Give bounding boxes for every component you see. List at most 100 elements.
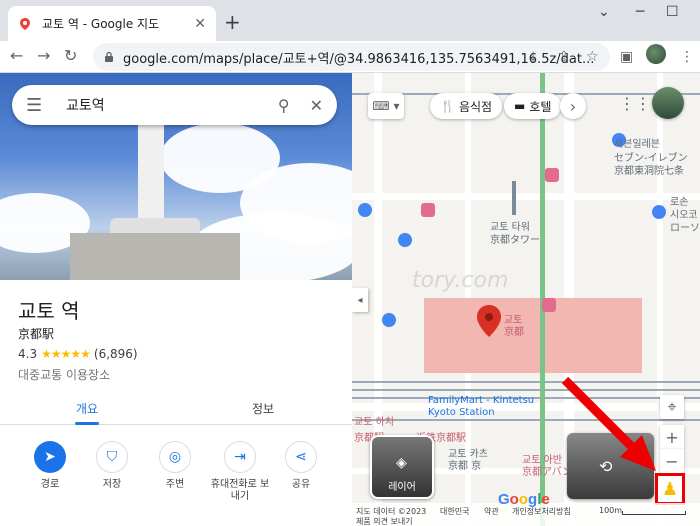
hotel-marker[interactable] (545, 168, 559, 182)
map-road (352, 193, 700, 200)
apps-grid-icon[interactable]: ⋮⋮ (619, 93, 651, 113)
profile-avatar[interactable] (646, 44, 666, 64)
share-page-icon[interactable]: ⇪ (558, 49, 570, 65)
forward-icon[interactable]: → (37, 46, 50, 65)
keyboard-icon[interactable]: ⌨ ▾ (368, 93, 404, 119)
active-tab-indicator (75, 422, 99, 425)
red-arrow-annotation (561, 376, 656, 471)
pegman-icon: ♟ (661, 478, 679, 500)
action-label: 휴대전화로 보내기 (210, 479, 270, 502)
new-tab-icon[interactable]: + (224, 10, 241, 34)
chevron-down-icon[interactable]: ⌄ (598, 4, 610, 20)
directions-icon: ➤ (34, 441, 66, 473)
layer-label: 레이어 (388, 482, 416, 493)
search-box[interactable]: ☰ 교토역 ⚲ ✕ (12, 85, 337, 125)
station-area (424, 298, 642, 373)
watermark: tory.com (412, 268, 509, 293)
pegman-button[interactable]: ♟ (655, 473, 685, 505)
more-menu-icon[interactable]: ⋮ (680, 49, 694, 65)
tab-about[interactable]: 정보 (252, 400, 274, 417)
url-text: google.com/maps/place/교토+역/@34.9863416,1… (123, 51, 595, 67)
tab-close-icon[interactable]: ✕ (194, 16, 206, 32)
terms-link[interactable]: 약관 (484, 506, 499, 517)
action-label: 공유 (291, 479, 311, 490)
search-icon[interactable]: ⚲ (278, 96, 290, 115)
tower-label-ja: 京都タワー (490, 235, 540, 246)
hotels-chip[interactable]: ▬ 호텔 (504, 93, 562, 119)
poi-marker[interactable] (382, 313, 396, 327)
rating-row: 4.3 ★★★★★ (6,896) (18, 347, 138, 361)
browser-tab-bar: 교토 역 - Google 지도 ✕ + ⌄ ─ ☐ (0, 0, 700, 41)
station-label-ja: 京都 (504, 327, 524, 338)
tab-title: 교토 역 - Google 지도 (42, 17, 160, 31)
install-icon[interactable]: ⤓ (530, 49, 536, 65)
place-tabs: 개요 정보 (0, 393, 352, 425)
country-link[interactable]: 대한민국 (440, 506, 469, 517)
tab-overview[interactable]: 개요 (76, 400, 98, 417)
place-pin-icon[interactable] (477, 305, 501, 337)
maximize-icon[interactable]: ☐ (666, 4, 679, 20)
chip-label: 음식점 (458, 99, 493, 114)
chips-next-button[interactable]: › (560, 93, 586, 119)
my-location-icon[interactable]: ⌖ (660, 395, 684, 419)
save-button[interactable]: ⛉ 저장 (82, 441, 142, 491)
minimize-icon[interactable]: ─ (636, 4, 644, 20)
scale-bar (622, 511, 686, 515)
browser-tab[interactable]: 교토 역 - Google 지도 ✕ (8, 6, 216, 41)
tower-icon (512, 181, 516, 215)
familymart-label[interactable]: FamilyMart - Kintetsu (428, 395, 534, 406)
hotel-marker[interactable] (542, 298, 556, 312)
collapse-panel-button[interactable]: ◂ (352, 288, 368, 312)
place-panel: ☰ 교토역 ⚲ ✕ 교토 역 京都駅 4.3 ★★★★★ (6,896) 대중교… (0, 73, 352, 526)
maps-favicon-icon (20, 17, 30, 30)
feedback-link[interactable]: 제품 의견 보내기 (356, 516, 413, 526)
chip-label: 호텔 (529, 99, 552, 114)
hotel-marker[interactable] (421, 203, 435, 217)
nearby-button[interactable]: ◎ 주변 (145, 441, 205, 491)
star-rating-icon: ★★★★★ (41, 347, 91, 361)
nearby-icon: ◎ (159, 441, 191, 473)
browser-toolbar: ← → ↻ google.com/maps/place/교토+역/@34.986… (0, 41, 700, 73)
review-count[interactable]: (6,896) (94, 347, 138, 361)
place-native-name: 京都駅 (18, 327, 55, 341)
scale-label[interactable]: 100m (599, 506, 622, 515)
seven-eleven-label[interactable]: 세븐일레븐 (614, 135, 660, 150)
poi-marker[interactable] (398, 233, 412, 247)
close-icon[interactable]: ✕ (310, 96, 323, 115)
kyoto-station-en-label[interactable]: Kyoto Station (428, 407, 495, 418)
poi-marker[interactable] (652, 205, 666, 219)
layers-icon: ◈ (396, 455, 407, 471)
tower-shaft (138, 123, 164, 228)
seven-eleven-branch-label: 京都東洞院七条 (614, 166, 684, 177)
directions-button[interactable]: ➤ 경로 (20, 441, 80, 491)
search-query[interactable]: 교토역 (66, 95, 278, 115)
send-to-phone-icon: ⇥ (224, 441, 256, 473)
lawson-ja-label: ローソ (670, 223, 700, 234)
action-label: 주변 (165, 479, 185, 490)
share-button[interactable]: ⋖ 공유 (271, 441, 331, 491)
place-category[interactable]: 대중교통 이용장소 (18, 366, 110, 383)
rating-value: 4.3 (18, 347, 38, 361)
google-logo: Google (498, 491, 550, 508)
map-avatar[interactable] (652, 87, 684, 119)
zoom-in-button[interactable]: + (660, 425, 684, 449)
bookmark-star-icon[interactable]: ☆ (586, 49, 599, 65)
zoom-out-button[interactable]: − (660, 449, 684, 473)
restaurant-icon: 🍴 (440, 99, 455, 113)
action-label: 경로 (40, 479, 60, 490)
restaurants-chip[interactable]: 🍴 음식점 (430, 93, 503, 119)
bed-icon: ▬ (514, 99, 526, 113)
action-label: 저장 (102, 479, 122, 490)
misc-ja-label: 京都 京 (448, 461, 482, 472)
reload-icon[interactable]: ↻ (64, 46, 77, 65)
map-canvas[interactable]: 🍴 음식점 ▬ 호텔 › ⌨ ▾ ⋮⋮ 교토 타워 京都タワー 교토 京都 Fa… (352, 73, 700, 526)
send-to-phone-button[interactable]: ⇥ 휴대전화로 보내기 (208, 441, 272, 503)
poi-marker[interactable] (358, 203, 372, 217)
lock-icon (105, 51, 113, 62)
back-icon[interactable]: ← (10, 46, 23, 65)
layer-button[interactable]: ◈ 레이어 (370, 435, 434, 499)
kyoto-hachijo-label[interactable]: 교토 하치 (354, 413, 394, 428)
side-panel-icon[interactable]: ▣ (620, 49, 633, 65)
share-icon: ⋖ (285, 441, 317, 473)
hamburger-menu-icon[interactable]: ☰ (26, 95, 54, 116)
